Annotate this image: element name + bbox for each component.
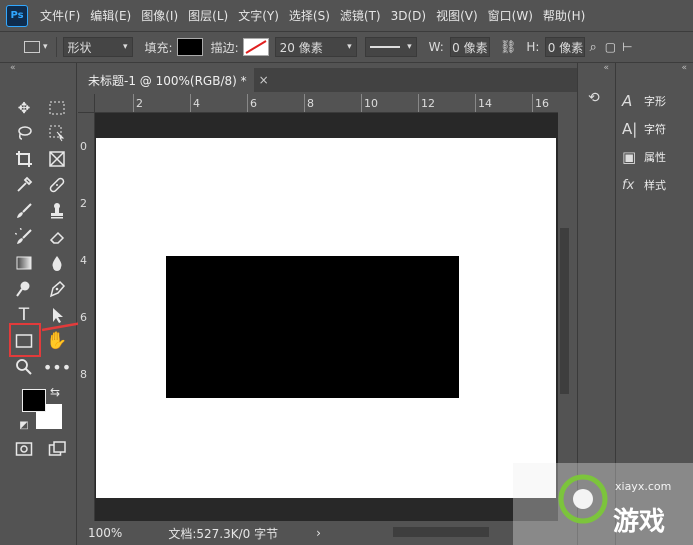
history-panel-icon[interactable]: ⟲: [588, 90, 600, 106]
status-menu-arrow[interactable]: ›: [316, 526, 321, 540]
ruler-label: 4: [80, 254, 87, 267]
properties-icon: ▣: [622, 148, 637, 166]
vertical-scrollbar-thumb[interactable]: [560, 228, 569, 394]
ruler-label: 6: [250, 97, 257, 110]
ruler-label: 6: [80, 311, 87, 324]
properties-panel-button[interactable]: ▣ 属性: [622, 148, 666, 166]
styles-panel-button[interactable]: fx 样式: [622, 177, 666, 193]
ruler-label: 4: [193, 97, 200, 110]
watermark-brand: 游戏: [613, 507, 666, 537]
document-tab-bar: 未标题-1 @ 100%(RGB/8) * ×: [78, 68, 585, 92]
glyphs-panel-button[interactable]: A 字形: [622, 92, 666, 110]
ruler-label: 16: [535, 97, 549, 110]
glyphs-label: 字形: [644, 95, 666, 108]
ruler-label: 10: [364, 97, 378, 110]
black-rectangle-shape[interactable]: [166, 256, 459, 398]
properties-label: 属性: [644, 151, 666, 164]
ruler-label: 8: [307, 97, 314, 110]
horizontal-scrollbar-thumb[interactable]: [393, 527, 489, 537]
ruler-corner: [78, 94, 95, 113]
foreground-color-swatch[interactable]: [22, 389, 46, 412]
close-icon[interactable]: ×: [259, 73, 269, 87]
character-icon: A|: [622, 120, 638, 138]
ruler-label: 12: [421, 97, 435, 110]
collapse-arrows-icon[interactable]: «: [616, 63, 693, 73]
collapse-arrows-icon[interactable]: «: [578, 63, 613, 73]
ruler-label: 2: [136, 97, 143, 110]
document-info: 文档:527.3K/0 字节: [168, 526, 279, 541]
character-panel-button[interactable]: A| 字符: [622, 120, 666, 138]
vertical-ruler[interactable]: 0 2 4 6 8: [78, 113, 95, 521]
ruler-label: 0: [80, 140, 87, 153]
character-label: 字符: [644, 123, 666, 136]
document-tab[interactable]: 未标题-1 @ 100%(RGB/8) * ×: [78, 68, 269, 92]
status-bar: 100% 文档:527.3K/0 字节 ›: [78, 521, 585, 545]
ruler-label: 2: [80, 197, 87, 210]
watermark-site: xiayx.com: [615, 480, 672, 493]
watermark: xiayx.com 游戏: [513, 463, 693, 545]
horizontal-ruler[interactable]: 2 4 6 8 10 12 14 16: [95, 94, 558, 113]
styles-icon: fx: [622, 177, 635, 193]
ruler-label: 14: [478, 97, 492, 110]
zoom-level[interactable]: 100%: [88, 526, 122, 540]
ruler-label: 8: [80, 368, 87, 381]
glyphs-icon: A: [622, 92, 633, 110]
document-tab-title: 未标题-1 @ 100%(RGB/8) *: [88, 73, 247, 88]
styles-label: 样式: [644, 179, 666, 192]
watermark-logo: [558, 474, 608, 524]
